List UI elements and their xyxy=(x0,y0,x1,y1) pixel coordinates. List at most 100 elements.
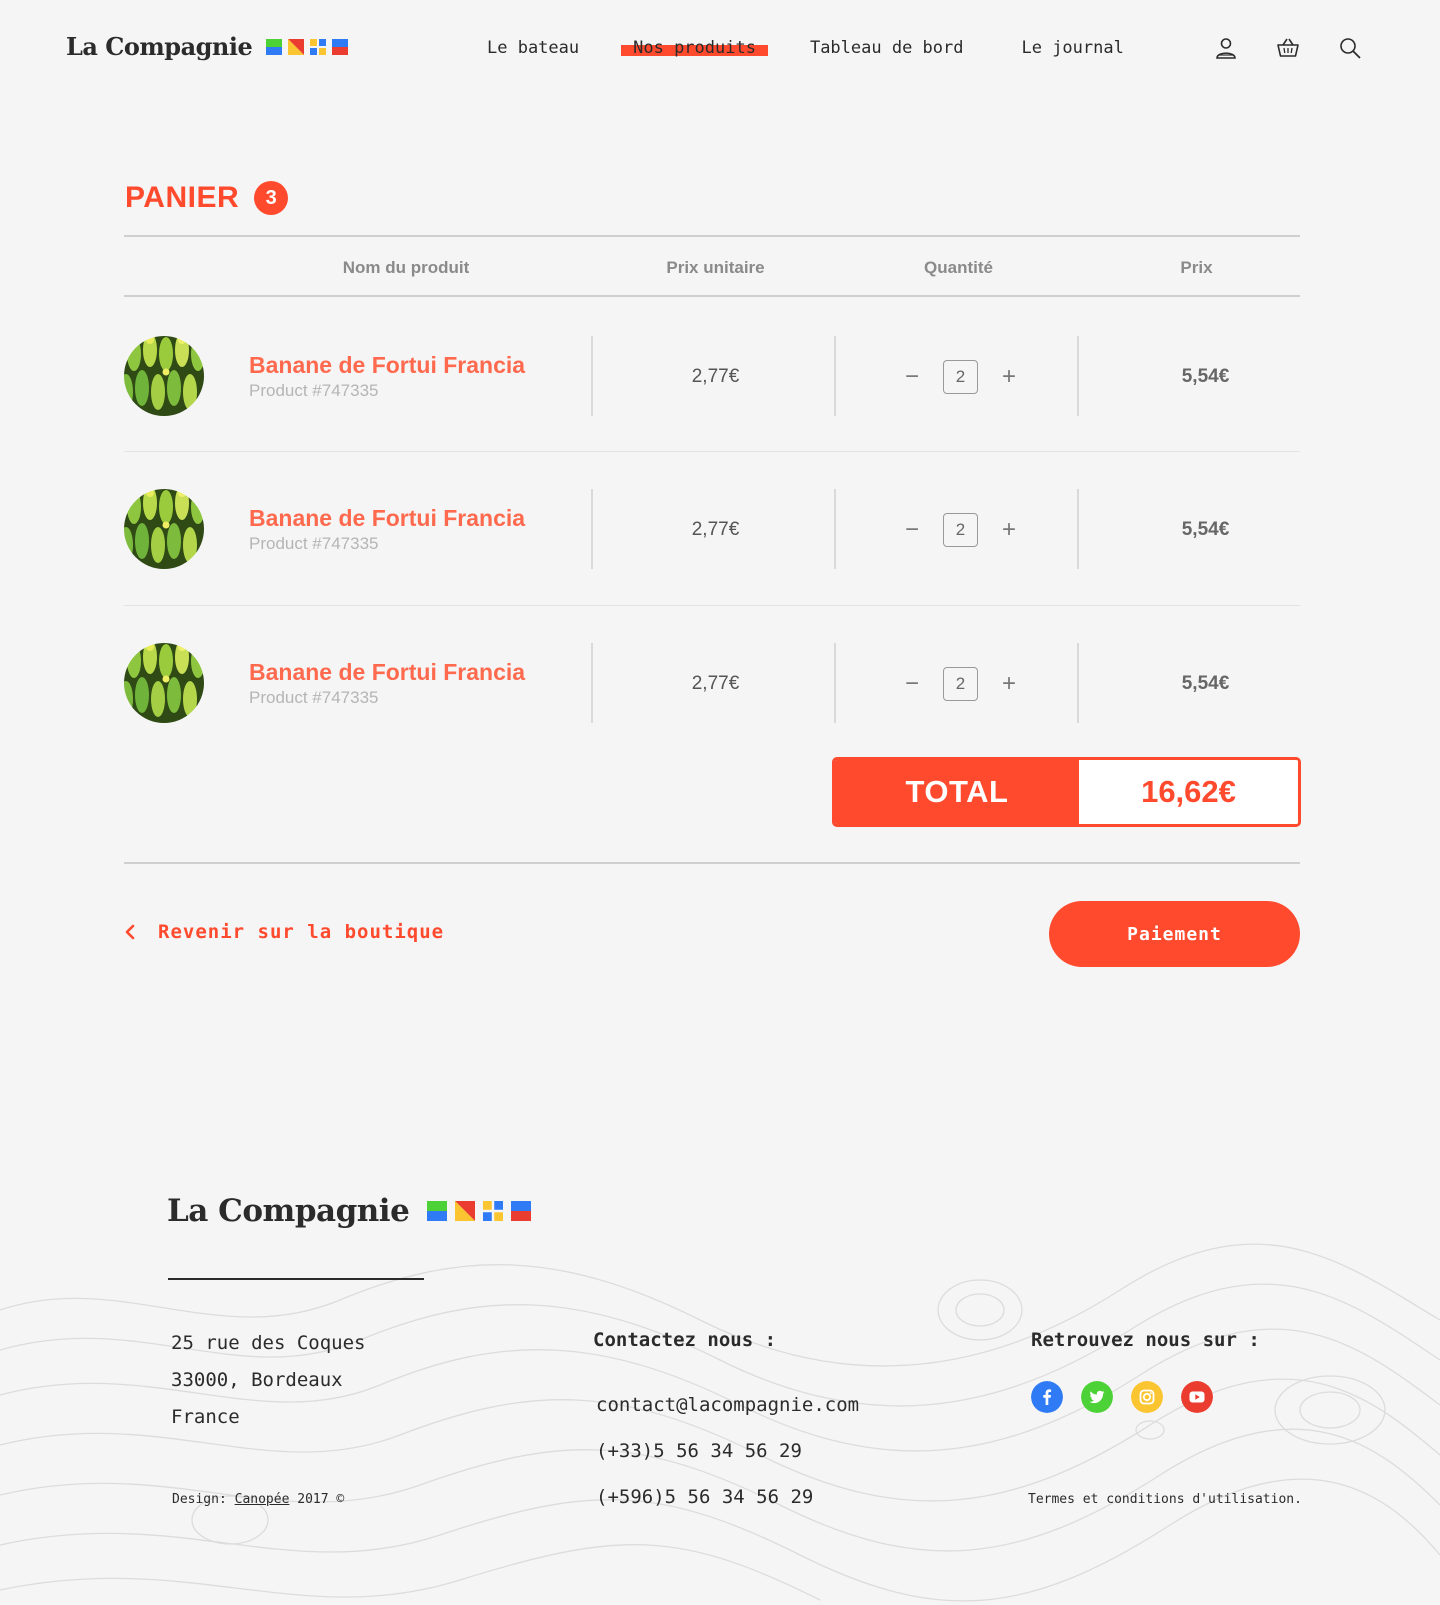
logo-mark-triangles xyxy=(455,1201,476,1221)
total-value: 16,62€ xyxy=(1079,760,1298,824)
cart-bottom-rule xyxy=(124,862,1300,864)
nav-item-le-journal[interactable]: Le journal xyxy=(1021,38,1123,58)
social-heading: Retrouvez nous sur : xyxy=(1031,1329,1260,1351)
footer-brand-name: La Compagnie xyxy=(167,1193,410,1229)
logo-marks xyxy=(266,38,349,55)
table-header-rule xyxy=(124,295,1300,297)
line-price: 5,54€ xyxy=(1181,519,1230,540)
cart-count-badge: 3 xyxy=(254,181,289,215)
quantity-stepper: − + xyxy=(840,667,1081,701)
address-line: 33000, Bordeaux xyxy=(171,1369,343,1391)
twitter-icon[interactable] xyxy=(1081,1381,1113,1413)
quantity-stepper: − + xyxy=(840,513,1081,547)
nav-item-nos-produits[interactable]: Nos produits xyxy=(621,38,768,58)
cart-heading: PANIER 3 xyxy=(125,181,289,215)
address-line: France xyxy=(171,1406,240,1428)
quantity-input[interactable] xyxy=(943,360,978,394)
product-ref: Product #747335 xyxy=(249,534,379,553)
footer-logo-marks xyxy=(427,1201,532,1221)
instagram-icon[interactable] xyxy=(1131,1381,1163,1413)
nav-item-tableau-de-bord[interactable]: Tableau de bord xyxy=(810,38,964,58)
contact-email-link[interactable]: contact@lacompagnie.com xyxy=(596,1382,859,1428)
main-nav: Le bateau Nos produits Tableau de bord L… xyxy=(487,38,1124,58)
brand-logo[interactable]: La Compagnie xyxy=(66,32,349,61)
design-credit: Design: Canopée 2017 © xyxy=(172,1492,344,1507)
contact-heading: Contactez nous : xyxy=(593,1329,777,1351)
column-header-product: Nom du produit xyxy=(342,258,470,277)
product-thumbnail[interactable] xyxy=(124,336,204,416)
brand-name: La Compagnie xyxy=(66,32,253,61)
column-divider xyxy=(1077,336,1079,416)
product-thumbnail[interactable] xyxy=(124,643,204,723)
cart-title: PANIER xyxy=(125,181,240,214)
column-divider xyxy=(591,489,593,569)
canopee-link[interactable]: Canopée xyxy=(235,1492,290,1507)
product-name-link[interactable]: Banane de Fortui Francia xyxy=(249,505,525,532)
contact-phone[interactable]: (+596)5 56 34 56 29 xyxy=(596,1474,859,1520)
column-divider xyxy=(834,489,836,569)
chevron-left-icon xyxy=(125,924,135,940)
logo-mark-blue-red xyxy=(511,1201,532,1221)
increment-button[interactable]: + xyxy=(998,365,1020,389)
user-icon[interactable] xyxy=(1214,36,1238,60)
column-header-unit-price: Prix unitaire xyxy=(666,258,765,277)
nav-item-le-bateau[interactable]: Le bateau xyxy=(487,38,579,58)
back-to-shop-link[interactable]: Revenir sur la boutique xyxy=(124,921,444,943)
product-ref: Product #747335 xyxy=(249,381,379,400)
column-divider xyxy=(1077,643,1079,723)
logo-mark-triangles xyxy=(288,38,305,55)
unit-price: 2,77€ xyxy=(691,673,740,694)
facebook-icon[interactable] xyxy=(1031,1381,1063,1413)
search-icon[interactable] xyxy=(1338,36,1362,60)
checkout-button[interactable]: Paiement xyxy=(1049,901,1300,967)
quantity-input[interactable] xyxy=(943,513,978,547)
credit-prefix: Design: xyxy=(172,1492,235,1507)
column-divider xyxy=(1077,489,1079,569)
footer-address: 25 rue des Coques 33000, Bordeaux France xyxy=(171,1325,365,1436)
social-links xyxy=(1031,1381,1213,1413)
increment-button[interactable]: + xyxy=(998,672,1020,696)
row-divider xyxy=(124,605,1300,606)
site-header: La Compagnie Le bateau Nos produits Tabl… xyxy=(0,0,1440,100)
column-header-price: Prix xyxy=(1180,258,1213,277)
quantity-input[interactable] xyxy=(943,667,978,701)
column-divider xyxy=(591,336,593,416)
credit-suffix: 2017 © xyxy=(289,1492,345,1507)
cart-total: TOTAL 16,62€ xyxy=(832,757,1301,827)
decrement-button[interactable]: − xyxy=(901,518,923,542)
basket-icon[interactable] xyxy=(1276,36,1300,60)
contact-phone[interactable]: (+33)5 56 34 56 29 xyxy=(596,1428,859,1474)
back-to-shop-label: Revenir sur la boutique xyxy=(158,921,445,943)
youtube-icon[interactable] xyxy=(1181,1381,1213,1413)
cart-row: Banane de Fortui Francia Product #747335… xyxy=(124,643,1300,723)
header-icons xyxy=(1214,36,1362,60)
address-line: 25 rue des Coques xyxy=(171,1332,366,1354)
line-price: 5,54€ xyxy=(1181,366,1230,387)
site-footer: La Compagnie 25 rue des Coques 33000, Bo… xyxy=(0,1160,1440,1605)
row-divider xyxy=(124,451,1300,452)
total-label: TOTAL xyxy=(835,760,1079,824)
footer-contact: contact@lacompagnie.com (+33)5 56 34 56 … xyxy=(596,1382,859,1520)
column-divider xyxy=(834,643,836,723)
logo-mark-blue-red xyxy=(332,38,349,55)
logo-mark-blue-green xyxy=(266,38,283,55)
logo-mark-grid xyxy=(310,38,327,55)
column-divider xyxy=(834,336,836,416)
footer-brand-logo[interactable]: La Compagnie xyxy=(167,1193,532,1229)
cart-row: Banane de Fortui Francia Product #747335… xyxy=(124,489,1300,569)
product-thumbnail[interactable] xyxy=(124,489,204,569)
product-ref: Product #747335 xyxy=(249,688,379,707)
quantity-stepper: − + xyxy=(840,360,1081,394)
terms-link[interactable]: Termes et conditions d'utilisation. xyxy=(1028,1492,1302,1507)
column-divider xyxy=(591,643,593,723)
logo-mark-blue-green xyxy=(427,1201,448,1221)
table-top-rule xyxy=(124,235,1300,237)
column-header-quantity: Quantité xyxy=(924,258,993,277)
cart-row: Banane de Fortui Francia Product #747335… xyxy=(124,336,1300,416)
unit-price: 2,77€ xyxy=(691,519,740,540)
decrement-button[interactable]: − xyxy=(901,365,923,389)
product-name-link[interactable]: Banane de Fortui Francia xyxy=(249,659,525,686)
increment-button[interactable]: + xyxy=(998,518,1020,542)
product-name-link[interactable]: Banane de Fortui Francia xyxy=(249,352,525,379)
decrement-button[interactable]: − xyxy=(901,672,923,696)
